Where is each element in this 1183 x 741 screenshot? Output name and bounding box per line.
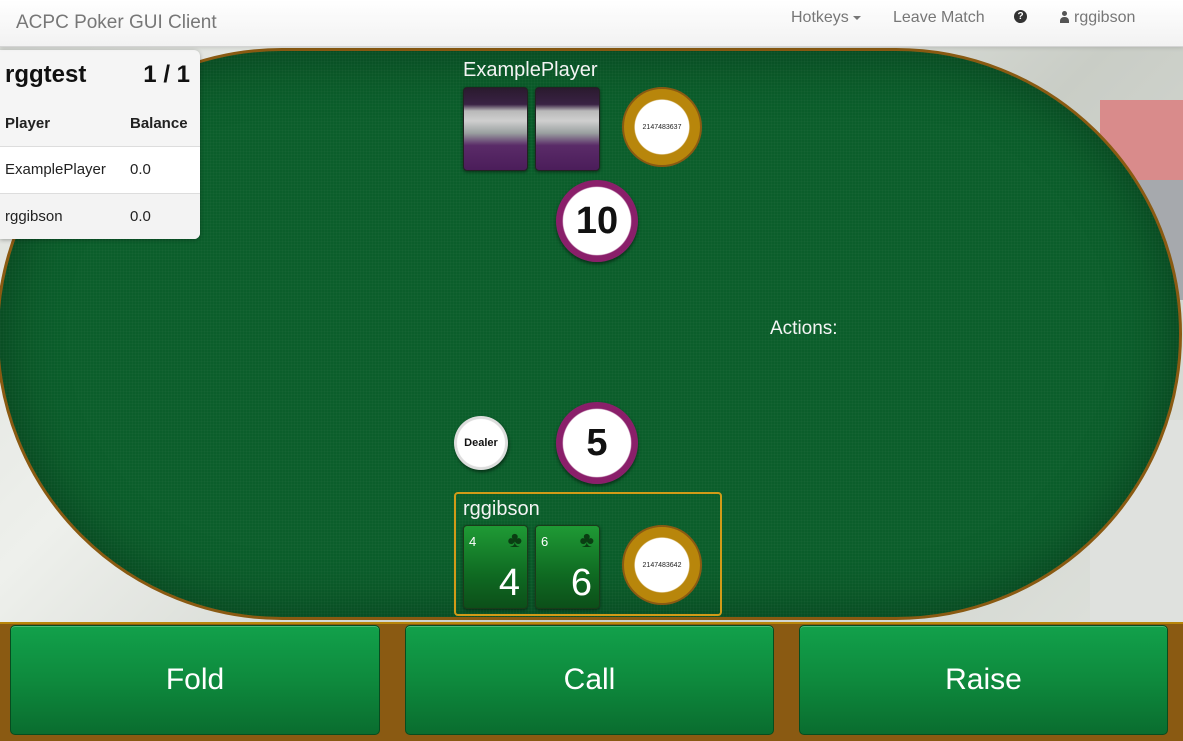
caret-down-icon — [852, 15, 861, 20]
opponent-bet-amount: 10 — [575, 200, 619, 242]
app-title[interactable]: ACPC Poker GUI Client — [16, 12, 217, 34]
opponent-stack-chip: 2147483637 — [622, 87, 702, 167]
hero-stack-amount: 2147483642 — [642, 562, 682, 569]
card-corner-rank: 6 — [541, 534, 549, 549]
actions-log-label: Actions: — [770, 318, 838, 339]
dealer-button: Dealer — [454, 416, 508, 470]
raise-button[interactable]: Raise — [799, 625, 1168, 735]
table-row: rggibson 0.0 — [0, 193, 200, 239]
fold-button[interactable]: Fold — [10, 625, 380, 735]
hero-bet-amount: 5 — [586, 422, 608, 464]
leave-match-link[interactable]: Leave Match — [893, 9, 985, 27]
opponent-name: ExamplePlayer — [463, 59, 598, 81]
column-header-balance: Balance — [130, 115, 188, 132]
player-cell: ExamplePlayer — [5, 161, 106, 178]
username-label: rggibson — [1074, 9, 1136, 26]
opponent-stack-amount: 2147483637 — [642, 124, 682, 131]
user-icon — [1059, 11, 1070, 23]
hero-card: 4 ♣ 4 — [463, 525, 528, 609]
column-header-player: Player — [5, 115, 51, 132]
dealer-label: Dealer — [464, 437, 498, 449]
balance-cell: 0.0 — [130, 208, 151, 225]
match-name: rggtest — [5, 61, 87, 88]
opponent-bet-chip: 10 — [556, 180, 638, 262]
hero-bet-chip: 5 — [556, 402, 638, 484]
hotkeys-menu[interactable]: Hotkeys — [791, 9, 861, 27]
scoreboard-panel: rggtest 1 / 1 Player Balance ExamplePlay… — [0, 50, 200, 239]
club-icon: ♣ — [579, 527, 594, 552]
opponent-card-back — [535, 87, 600, 171]
card-rank: 4 — [498, 562, 520, 604]
club-icon: ♣ — [507, 527, 522, 552]
hero-name: rggibson — [463, 498, 540, 520]
hero-card: 6 ♣ 6 — [535, 525, 600, 609]
hand-count: 1 / 1 — [143, 61, 190, 88]
opponent-card-back — [463, 87, 528, 171]
player-cell: rggibson — [5, 208, 63, 225]
call-button[interactable]: Call — [405, 625, 774, 735]
balance-cell: 0.0 — [130, 161, 151, 178]
user-menu[interactable]: rggibson — [1059, 9, 1135, 27]
navbar: ACPC Poker GUI Client Hotkeys Leave Matc… — [0, 0, 1183, 47]
card-corner-rank: 4 — [469, 534, 477, 549]
table-row: ExamplePlayer 0.0 — [0, 146, 200, 193]
hotkeys-label: Hotkeys — [791, 9, 849, 26]
question-circle-icon[interactable]: ? — [1014, 10, 1027, 23]
card-rank: 6 — [570, 562, 592, 604]
hero-stack-chip: 2147483642 — [622, 525, 702, 605]
